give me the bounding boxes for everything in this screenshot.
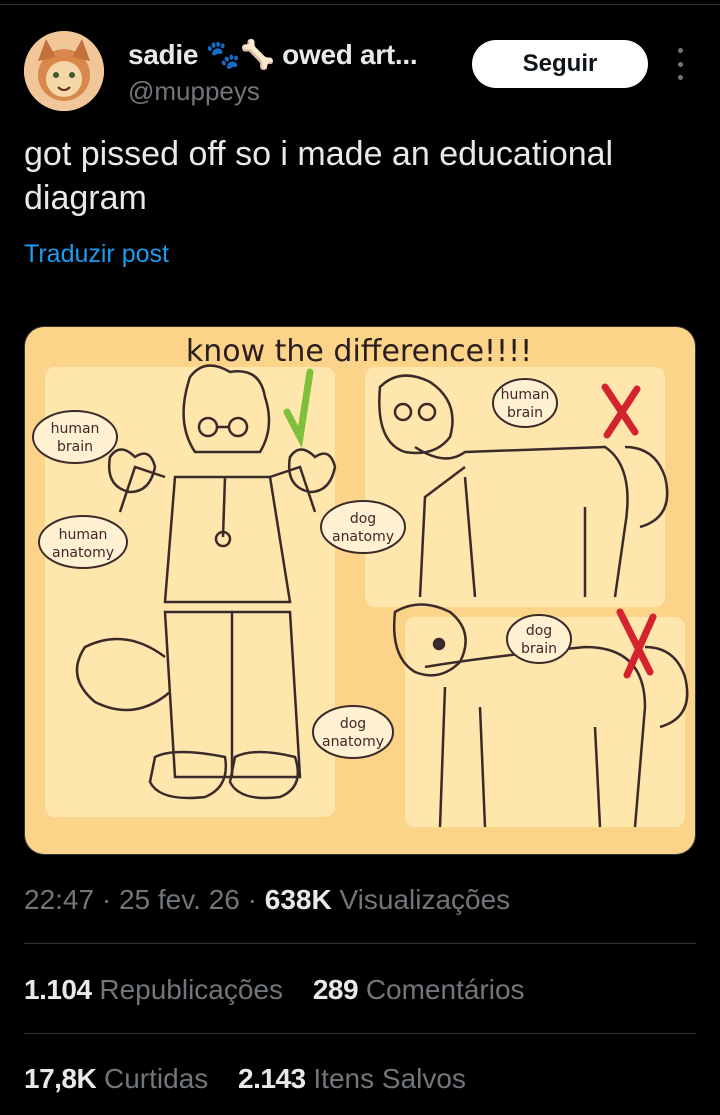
follow-button[interactable]: Seguir: [472, 40, 648, 88]
more-dot: [677, 75, 683, 80]
post-date[interactable]: 25 fev. 26: [119, 884, 240, 915]
label-human-brain-2-line1: human: [501, 387, 550, 403]
saves-count: 2.143: [238, 1063, 306, 1094]
post-image[interactable]: know the difference!!!! human brain huma…: [24, 326, 696, 855]
views-count: 638K: [264, 884, 332, 915]
label-human-anatomy-line1: human: [59, 527, 108, 543]
label-human-anatomy-line2: anatomy: [52, 545, 114, 561]
label-human-brain-1-line1: human: [51, 421, 100, 437]
top-divider: [0, 4, 720, 5]
saves-label: Itens Salvos: [313, 1063, 466, 1094]
diagram-title: know the difference!!!!: [186, 334, 532, 369]
author-display-name[interactable]: sadie 🐾🦴 owed art...: [128, 38, 418, 71]
label-human-brain-2-line2: brain: [507, 405, 543, 421]
avatar-image: [24, 31, 104, 111]
reposts-count: 1.104: [24, 974, 92, 1005]
post-text: got pissed off so i made an educational …: [24, 135, 614, 217]
comments-label: Comentários: [365, 974, 525, 1005]
label-dog-anatomy-2-line2: anatomy: [322, 734, 384, 750]
more-dot: [677, 61, 683, 67]
meta-separator: ·: [247, 884, 265, 915]
divider: [24, 943, 696, 944]
likes-stat[interactable]: 17,8K Curtidas: [24, 1063, 216, 1094]
post-time[interactable]: 22:47: [24, 884, 94, 915]
likes-label: Curtidas: [104, 1063, 209, 1094]
saves-stat[interactable]: 2.143 Itens Salvos: [238, 1063, 466, 1094]
stats-row-2: 17,8K Curtidas 2.143 Itens Salvos: [24, 1063, 488, 1095]
post-meta: 22:47 · 25 fev. 26 · 638K Visualizações: [24, 884, 510, 916]
reposts-stat[interactable]: 1.104 Republicações: [24, 974, 291, 1005]
meta-separator: ·: [101, 884, 119, 915]
likes-count: 17,8K: [24, 1063, 97, 1094]
label-dog-brain-line1: dog: [526, 623, 552, 639]
comments-stat[interactable]: 289 Comentários: [313, 974, 525, 1005]
author-handle[interactable]: @muppeys: [128, 76, 260, 107]
divider: [24, 1033, 696, 1034]
avatar[interactable]: [24, 31, 104, 111]
stats-row-1: 1.104 Republicações 289 Comentários: [24, 974, 547, 1006]
translate-post-link[interactable]: Traduzir post: [24, 240, 169, 269]
more-vertical-icon[interactable]: [672, 48, 688, 80]
comments-count: 289: [312, 974, 359, 1005]
label-dog-anatomy-1-line2: anatomy: [332, 529, 394, 545]
more-dot: [677, 48, 683, 53]
label-dog-anatomy-1-line1: dog: [350, 511, 376, 527]
views-label: Visualizações: [339, 884, 511, 915]
label-dog-brain-line2: brain: [521, 641, 557, 657]
diagram-illustration: know the difference!!!! human brain huma…: [25, 327, 695, 854]
reposts-label: Republicações: [99, 974, 284, 1005]
label-dog-anatomy-2-line1: dog: [340, 716, 366, 732]
label-human-brain-1-line2: brain: [57, 439, 93, 455]
